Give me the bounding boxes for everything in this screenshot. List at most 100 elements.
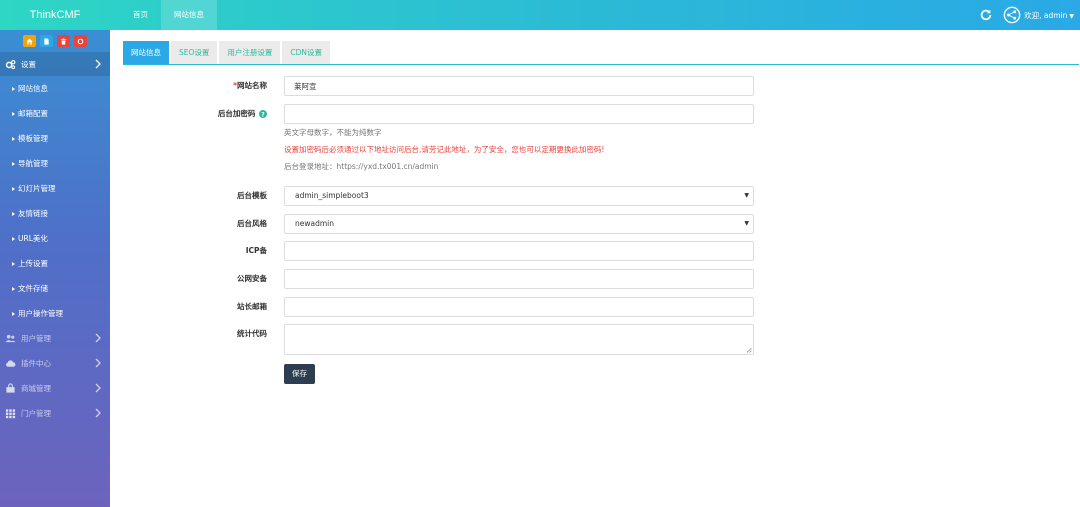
chevron-right-icon [95, 333, 101, 343]
top-nav: 首页 网站信息 [120, 0, 217, 30]
sidebar-item-label: 文件存储 [18, 284, 48, 293]
sidebar-group-shop[interactable]: 商城管理 [0, 376, 110, 401]
sidebar-item-label: 幻灯片管理 [18, 184, 56, 193]
sidebar-group-settings[interactable]: 设置 [0, 52, 110, 76]
icp-label: ICP备 [245, 246, 267, 255]
topnav-site-info[interactable]: 网站信息 [161, 0, 217, 30]
brand-logo[interactable]: ThinkCMF [0, 0, 110, 30]
form-row-admin-template: 后台模板 admin_simpleboot3 ▼ [110, 186, 1080, 206]
email-input[interactable] [284, 297, 754, 317]
form-row-police: 公网安备 [110, 269, 1080, 289]
tab-seo[interactable]: SEO设置 [171, 41, 218, 64]
topnav-home[interactable]: 首页 [120, 0, 161, 30]
help-icon[interactable]: ? [259, 110, 267, 118]
users-icon [5, 334, 16, 343]
svg-text:?: ? [261, 111, 265, 118]
home-icon [26, 37, 33, 45]
refresh-icon[interactable] [979, 8, 993, 22]
hint-alnum: 英文字母数字，不能为纯数字 [284, 128, 382, 137]
form-row-site-name: *网站名称 [110, 76, 1080, 96]
cloud-icon [6, 360, 16, 367]
quick-recycle-button[interactable] [74, 35, 87, 47]
caret-right-icon [12, 86, 15, 91]
sidebar-item-slides[interactable]: 幻灯片管理 [0, 176, 110, 201]
quick-home-button[interactable] [23, 35, 36, 47]
sidebar-group-label: 设置 [21, 59, 36, 69]
caret-right-icon [12, 236, 15, 241]
sidebar-group-label: 商城管理 [21, 384, 51, 393]
file-icon [44, 37, 49, 45]
caret-right-icon [12, 261, 15, 266]
save-button[interactable]: 保存 [284, 364, 315, 384]
user-greeting: 欢迎, admin [1024, 10, 1068, 20]
chevron-right-icon [95, 59, 101, 69]
sidebar-item-label: 模板管理 [18, 134, 48, 143]
form-row-admin-style: 后台风格 newadmin ▼ [110, 214, 1080, 234]
resize-grip-icon[interactable] [746, 347, 752, 353]
sidebar-item-label: URL美化 [18, 234, 48, 243]
sidebar-group-label: 插件中心 [21, 359, 51, 368]
form-row-stats: 统计代码 [110, 324, 1080, 356]
sidebar-item-navigation[interactable]: 导航管理 [0, 151, 110, 176]
stats-label: 统计代码 [237, 329, 267, 338]
sidebar: 设置 网站信息 邮箱配置 模板管理 导航管理 幻灯片管理 友情链接 URL美化 … [0, 30, 110, 507]
form-row-icp: ICP备 [110, 241, 1080, 261]
email-label: 站长邮箱 [237, 302, 267, 311]
sidebar-item-user-actions[interactable]: 用户操作管理 [0, 301, 110, 326]
chevron-right-icon [95, 408, 101, 418]
admin-template-label: 后台模板 [237, 191, 267, 200]
admin-template-value: admin_simpleboot3 [295, 191, 369, 200]
sidebar-item-email[interactable]: 邮箱配置 [0, 101, 110, 126]
top-right-area: 欢迎, admin ▼ [979, 0, 1074, 30]
sidebar-group-users[interactable]: 用户管理 [0, 326, 110, 351]
caret-down-icon: ▼ [744, 192, 749, 199]
police-label: 公网安备 [237, 274, 267, 283]
site-name-label-text: 网站名称 [237, 81, 267, 90]
caret-down-icon: ▼ [1069, 12, 1074, 20]
sidebar-item-label: 邮箱配置 [18, 109, 48, 118]
police-input[interactable] [284, 269, 754, 289]
sidebar-item-url[interactable]: URL美化 [0, 226, 110, 251]
sidebar-group-label: 用户管理 [21, 334, 51, 343]
caret-right-icon [12, 286, 15, 291]
caret-right-icon [12, 111, 15, 116]
icp-input[interactable] [284, 241, 754, 261]
sidebar-item-templates[interactable]: 模板管理 [0, 126, 110, 151]
sidebar-item-storage[interactable]: 文件存储 [0, 276, 110, 301]
recycle-icon [77, 38, 84, 44]
caret-down-icon: ▼ [744, 220, 749, 227]
sidebar-item-site-info[interactable]: 网站信息 [0, 76, 110, 101]
tab-user-register[interactable]: 用户注册设置 [219, 41, 281, 64]
quick-trash-button[interactable] [57, 35, 70, 47]
sidebar-group-portal[interactable]: 门户管理 [0, 401, 110, 426]
admin-password-label-text: 后台加密码 [217, 109, 256, 118]
hint-warning: 设置加密码后必须通过以下地址访问后台,请劳记此地址，为了安全，您也可以定期更换此… [284, 145, 605, 154]
quick-buttons [0, 30, 110, 52]
sidebar-item-upload[interactable]: 上传设置 [0, 251, 110, 276]
caret-right-icon [12, 211, 15, 216]
quick-file-button[interactable] [40, 35, 53, 47]
admin-password-input[interactable] [284, 104, 754, 124]
admin-style-select[interactable]: newadmin ▼ [284, 214, 754, 234]
admin-template-select[interactable]: admin_simpleboot3 ▼ [284, 186, 754, 206]
sidebar-group-plugins[interactable]: 插件中心 [0, 351, 110, 376]
admin-style-label: 后台风格 [237, 219, 267, 228]
sidebar-item-links[interactable]: 友情链接 [0, 201, 110, 226]
settings-tabs: 网站信息 SEO设置 用户注册设置 CDN设置 [123, 41, 1079, 65]
sidebar-item-label: 用户操作管理 [18, 309, 63, 318]
trash-icon [60, 37, 67, 45]
stats-textarea[interactable] [284, 324, 754, 355]
sidebar-group-label: 门户管理 [21, 409, 51, 418]
site-name-input[interactable] [284, 76, 754, 96]
tab-cdn[interactable]: CDN设置 [282, 41, 331, 64]
user-menu[interactable]: 欢迎, admin ▼ [1024, 10, 1074, 21]
main-content: 网站信息 SEO设置 用户注册设置 CDN设置 *网站名称 后台加密码 ? 英文… [110, 30, 1080, 507]
shop-icon [6, 383, 15, 393]
grid-icon [5, 409, 16, 419]
sidebar-item-label: 上传设置 [18, 259, 48, 268]
avatar[interactable] [1003, 6, 1021, 24]
tab-site-info[interactable]: 网站信息 [123, 41, 169, 64]
sidebar-item-label: 导航管理 [18, 159, 48, 168]
top-bar: ThinkCMF 首页 网站信息 欢迎, admin ▼ [0, 0, 1080, 30]
hint-login-url: 后台登录地址：https://yxd.tx001.cn/admin [284, 162, 439, 171]
